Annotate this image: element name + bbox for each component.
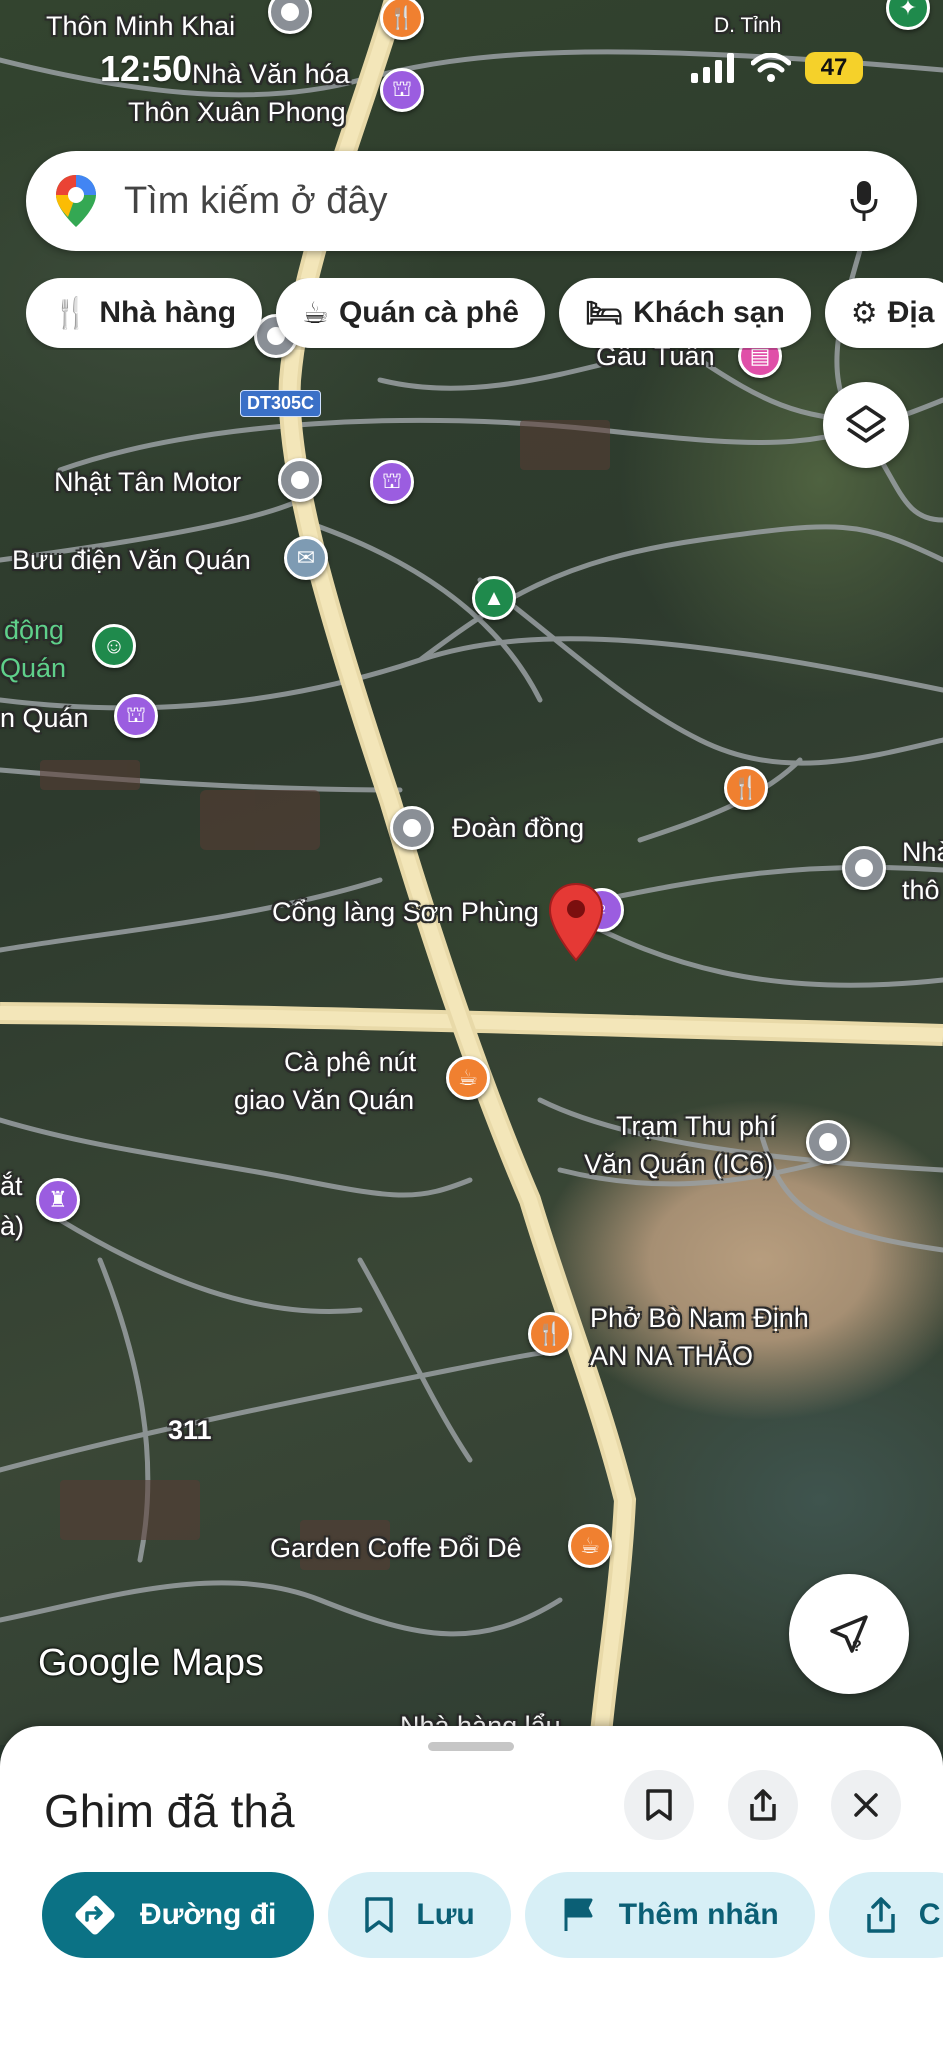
chip-coffee[interactable]: ☕ Quán cà phê [276,278,545,348]
restaurant-pin[interactable]: 🍴 [724,766,768,810]
restaurant-pin[interactable]: 🍴 [528,1312,572,1356]
post-office-pin[interactable]: ✉ [284,536,328,580]
status-icons: 47 [691,52,863,84]
map-label[interactable]: AN NA THẢO [590,1340,753,1372]
chip-hotels[interactable]: 🛏 Khách sạn [558,278,811,348]
share-icon [750,1789,776,1821]
road-network [0,0,943,1745]
sheet-actions: Đường đi Lưu Thêm nhãn C [42,1872,943,1962]
add-label-button[interactable]: Thêm nhãn [524,1872,815,1958]
dropped-pin-marker[interactable] [548,882,604,967]
sheet-title: Ghim đã thả [44,1785,295,1837]
microphone-icon[interactable] [849,179,879,223]
attraction-icon: ⚙ [850,296,878,330]
category-chips: 🍴 Nhà hàng ☕ Quán cà phê 🛏 Khách sạn ⚙ Đ… [26,278,943,350]
directions-button[interactable]: Đường đi [42,1872,315,1958]
map-label[interactable]: Văn Quán (IC6) [584,1148,773,1180]
share-icon [867,1897,895,1933]
map-label[interactable]: Bưu điện Văn Quán [12,544,251,576]
map-label[interactable]: ắt [0,1170,23,1202]
chip-attractions[interactable]: ⚙ Địa [824,278,943,348]
entertainment-pin[interactable]: ☺ [92,624,136,668]
flag-icon [564,1898,593,1931]
location-pin-icon [548,882,604,962]
signal-icon [691,53,734,83]
chip-label: Khách sạn [633,296,785,329]
hotel-icon: 🛏 [584,296,624,330]
directions-label: Đường đi [140,1898,277,1931]
battery-indicator: 47 [805,52,863,84]
place-pin[interactable] [806,1120,850,1164]
chip-label: Nhà hàng [99,296,237,329]
route-shield: DT305C [240,390,322,417]
restaurant-icon: 🍴 [52,296,90,330]
directions-icon [75,1895,115,1935]
google-maps-pin-icon [56,175,96,227]
route-label: 311 [168,1415,212,1445]
my-location-button[interactable]: ? [789,1574,909,1694]
status-time: 12:50 [100,48,193,89]
bookmark-icon [365,1897,394,1933]
map-label[interactable]: Nhà [902,836,943,868]
close-icon [854,1793,878,1817]
map-label[interactable]: n Quán [0,702,89,734]
map-label[interactable]: Garden Coffe Đổi Dê [270,1532,522,1564]
status-bar: 12:50 47 [0,0,943,140]
cafe-pin[interactable]: ☕ [446,1056,490,1100]
map-label[interactable]: Cổng làng Sơn Phùng [272,896,539,928]
svg-text:?: ? [852,1638,862,1655]
layers-button[interactable] [823,382,909,468]
map-label[interactable]: Phở Bò Nam Định [590,1302,809,1334]
map-label[interactable]: Trạm Thu phí [616,1110,777,1142]
map-label[interactable]: Đoàn đồng [452,812,584,844]
search-bar[interactable]: Tìm kiếm ở đây [26,151,917,251]
add-label-label: Thêm nhãn [618,1898,779,1931]
save-label: Lưu [416,1898,475,1931]
chip-label: Quán cà phê [338,296,519,329]
map-label[interactable]: Cà phê nút [284,1046,416,1078]
park-pin[interactable]: ▲ [472,576,516,620]
coffee-icon: ☕ [302,296,329,330]
map-label[interactable]: à) [0,1210,24,1242]
save-button[interactable]: Lưu [328,1872,511,1958]
map-label[interactable]: thô [902,874,940,906]
chip-label: Địa [887,296,935,329]
share-icon-button[interactable] [728,1770,798,1840]
wifi-icon [751,53,791,82]
bookmark-icon [646,1789,672,1821]
google-maps-logo: Google Maps [38,1642,265,1684]
place-pin[interactable] [390,806,434,850]
map-label[interactable]: Quán [0,652,66,684]
chip-restaurants[interactable]: 🍴 Nhà hàng [26,278,263,348]
save-icon-button[interactable] [624,1770,694,1840]
layers-icon [846,405,886,443]
search-input[interactable]: Tìm kiếm ở đây [124,180,849,223]
share-button[interactable]: C [828,1872,943,1958]
place-pin[interactable] [278,458,322,502]
map-label[interactable]: động [4,614,64,646]
map-label[interactable]: Nhật Tân Motor [54,466,241,498]
map-label[interactable]: giao Văn Quán [234,1084,414,1116]
close-button[interactable] [831,1770,901,1840]
navigation-arrow-icon: ? [830,1615,868,1655]
map-view[interactable]: Thôn Minh Khai 🍴 Nhà Văn hóa Thôn Xuân P… [0,0,943,1745]
place-pin[interactable] [842,846,886,890]
culture-pin[interactable]: ⛫ [370,460,414,504]
culture-pin[interactable]: ♜ [36,1178,80,1222]
share-label: C [918,1898,941,1931]
culture-pin[interactable]: ⛫ [114,694,158,738]
dropped-pin-sheet: Ghim đã thả Đường đi Lưu Thêm nhãn C [0,1726,943,2048]
sheet-drag-handle[interactable] [428,1742,514,1751]
cafe-pin[interactable]: ☕ [568,1524,612,1568]
